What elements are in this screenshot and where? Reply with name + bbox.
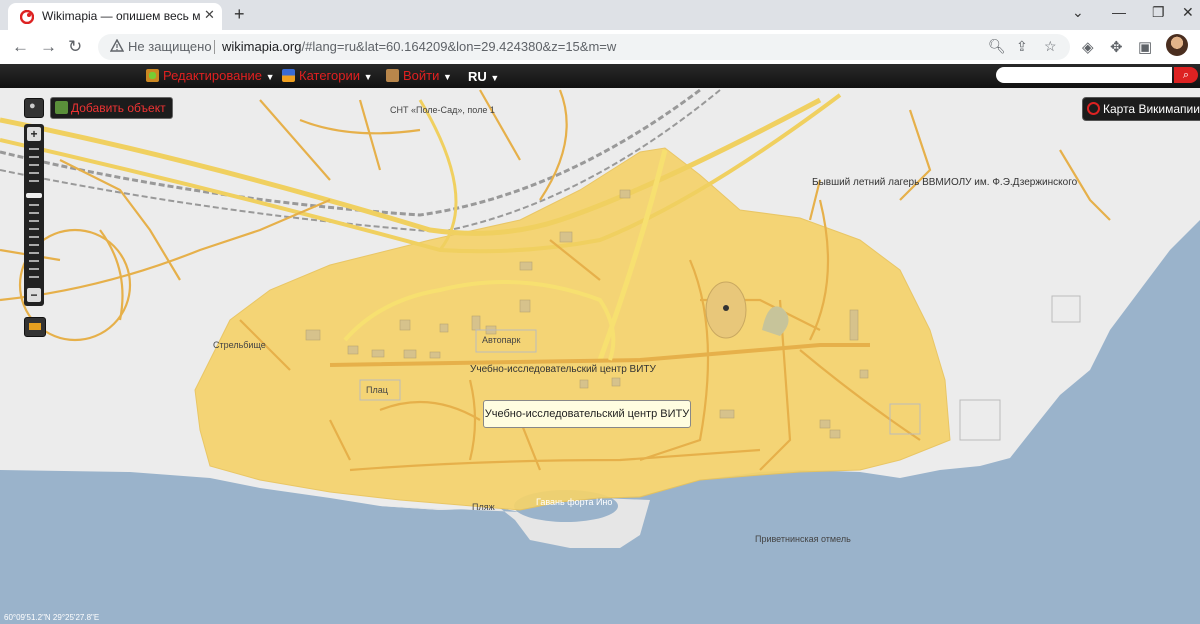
menu-edit[interactable]: Редактирование ▼ <box>146 68 275 83</box>
language-label: RU <box>468 69 487 84</box>
new-tab-icon[interactable]: + <box>234 4 245 25</box>
browser-tab[interactable]: Wikimapia — опишем весь мир! ✕ <box>8 3 222 30</box>
warning-icon[interactable] <box>110 39 124 53</box>
gear-icon: ● <box>29 100 36 112</box>
label-camp[interactable]: Бывший летний лагерь ВВМИОЛУ им. Ф.Э.Дзе… <box>812 177 1077 188</box>
add-object-label: Добавить объект <box>71 101 166 115</box>
zoom-tick <box>29 156 39 158</box>
restore-icon[interactable]: ❐ <box>1152 4 1165 21</box>
map-search-input[interactable] <box>996 67 1172 83</box>
wikimapia-map-label: Карта Викимапии <box>1103 102 1200 116</box>
zoom-in-icon[interactable]: + <box>27 127 41 141</box>
login-door-icon <box>386 69 399 82</box>
language-selector[interactable]: RU ▼ <box>468 69 499 84</box>
label-plac[interactable]: Плац <box>366 385 388 395</box>
settings-button[interactable]: ● <box>24 98 44 118</box>
zoom-icon[interactable]: 🔍︎ <box>988 38 1006 55</box>
address-bar[interactable]: Не защищено wikimapia.org/#lang=ru&lat=6… <box>98 34 1070 60</box>
zoom-handle[interactable] <box>26 193 42 198</box>
zoom-tick <box>29 204 39 206</box>
zoom-tick <box>29 148 39 150</box>
zoom-tick <box>29 228 39 230</box>
security-label[interactable]: Не защищено <box>128 39 212 54</box>
address-separator <box>214 40 215 54</box>
zoom-tick <box>29 212 39 214</box>
browser-tabstrip: Wikimapia — опишем весь мир! ✕ + ⌄ — ❐ ✕ <box>0 0 1200 30</box>
zoom-tick <box>29 268 39 270</box>
profile-avatar[interactable] <box>1166 34 1188 56</box>
wikimapia-topbar: Редактирование ▼ Категории ▼ Войти ▼ RU … <box>0 64 1200 88</box>
tab-search-icon[interactable]: ⌄ <box>1072 4 1084 21</box>
close-window-icon[interactable]: ✕ <box>1182 4 1194 21</box>
label-harbor[interactable]: Гавань форта Ино <box>536 497 612 507</box>
label-center[interactable]: Учебно-исследовательский центр ВИТУ <box>470 364 656 375</box>
search-icon[interactable]: ⌕ <box>1174 67 1198 83</box>
categories-icon <box>282 69 295 82</box>
extension-icon[interactable]: ◈ <box>1082 38 1094 56</box>
url-path: /#lang=ru&lat=60.164209&lon=29.424380&z=… <box>301 39 617 54</box>
zoom-tick <box>29 276 39 278</box>
minimize-icon[interactable]: — <box>1112 4 1126 20</box>
wikimapia-map-button[interactable]: Карта Викимапии <box>1082 97 1200 121</box>
menu-login[interactable]: Войти ▼ <box>386 68 452 83</box>
back-icon[interactable]: ← <box>12 37 29 57</box>
zoom-tick <box>29 164 39 166</box>
side-panel-icon[interactable]: ▣ <box>1138 38 1152 56</box>
menu-categories-label: Категории <box>299 68 360 83</box>
map-tooltip: Учебно-исследовательский центр ВИТУ <box>483 400 691 428</box>
wikimapia-logo-icon <box>1087 102 1100 115</box>
label-autopark[interactable]: Автопарк <box>482 335 520 345</box>
add-object-button[interactable]: Добавить объект <box>50 97 173 119</box>
label-beach[interactable]: Пляж <box>472 502 495 512</box>
label-shoal[interactable]: Приветнинская отмель <box>755 534 851 544</box>
zoom-tick <box>29 220 39 222</box>
edit-globe-icon <box>146 69 159 82</box>
label-snt[interactable]: СНТ «Поле-Сад», поле 1 <box>390 105 495 115</box>
zoom-tick <box>29 252 39 254</box>
map-drawing <box>0 88 1200 624</box>
reload-icon[interactable]: ↻ <box>68 37 82 57</box>
map-canvas[interactable]: СНТ «Поле-Сад», поле 1 Бывший летний лаг… <box>0 88 1200 624</box>
zoom-tick <box>29 260 39 262</box>
zoom-tick <box>29 172 39 174</box>
coordinates-readout: 60°09'51.2"N 29°25'27.8"E <box>4 613 100 622</box>
zoom-tick <box>29 236 39 238</box>
zoom-out-icon[interactable]: − <box>27 288 41 302</box>
ruler-button[interactable] <box>24 317 46 337</box>
wikimapia-favicon-icon <box>20 10 34 24</box>
menu-categories[interactable]: Категории ▼ <box>282 68 373 83</box>
tab-close-icon[interactable]: ✕ <box>204 7 215 23</box>
ruler-icon <box>29 323 41 330</box>
browser-toolbar: ← → ↻ Не защищено wikimapia.org/#lang=ru… <box>0 30 1200 65</box>
tab-title: Wikimapia — опишем весь мир! <box>42 9 200 23</box>
label-shooting[interactable]: Стрельбище <box>213 340 266 350</box>
share-icon[interactable]: ⇪ <box>1016 38 1028 55</box>
url-host: wikimapia.org <box>222 39 302 54</box>
zoom-slider[interactable]: + − <box>24 124 44 306</box>
url-text[interactable]: wikimapia.org/#lang=ru&lat=60.164209&lon… <box>222 39 616 54</box>
menu-edit-label: Редактирование <box>163 68 263 83</box>
zoom-tick <box>29 244 39 246</box>
zoom-tick <box>29 180 39 182</box>
bookmark-star-icon[interactable]: ☆ <box>1044 38 1057 55</box>
puzzle-icon[interactable]: ✥ <box>1110 38 1123 56</box>
menu-login-label: Войти <box>403 68 440 83</box>
forward-icon[interactable]: → <box>40 37 57 57</box>
house-icon <box>55 101 68 114</box>
